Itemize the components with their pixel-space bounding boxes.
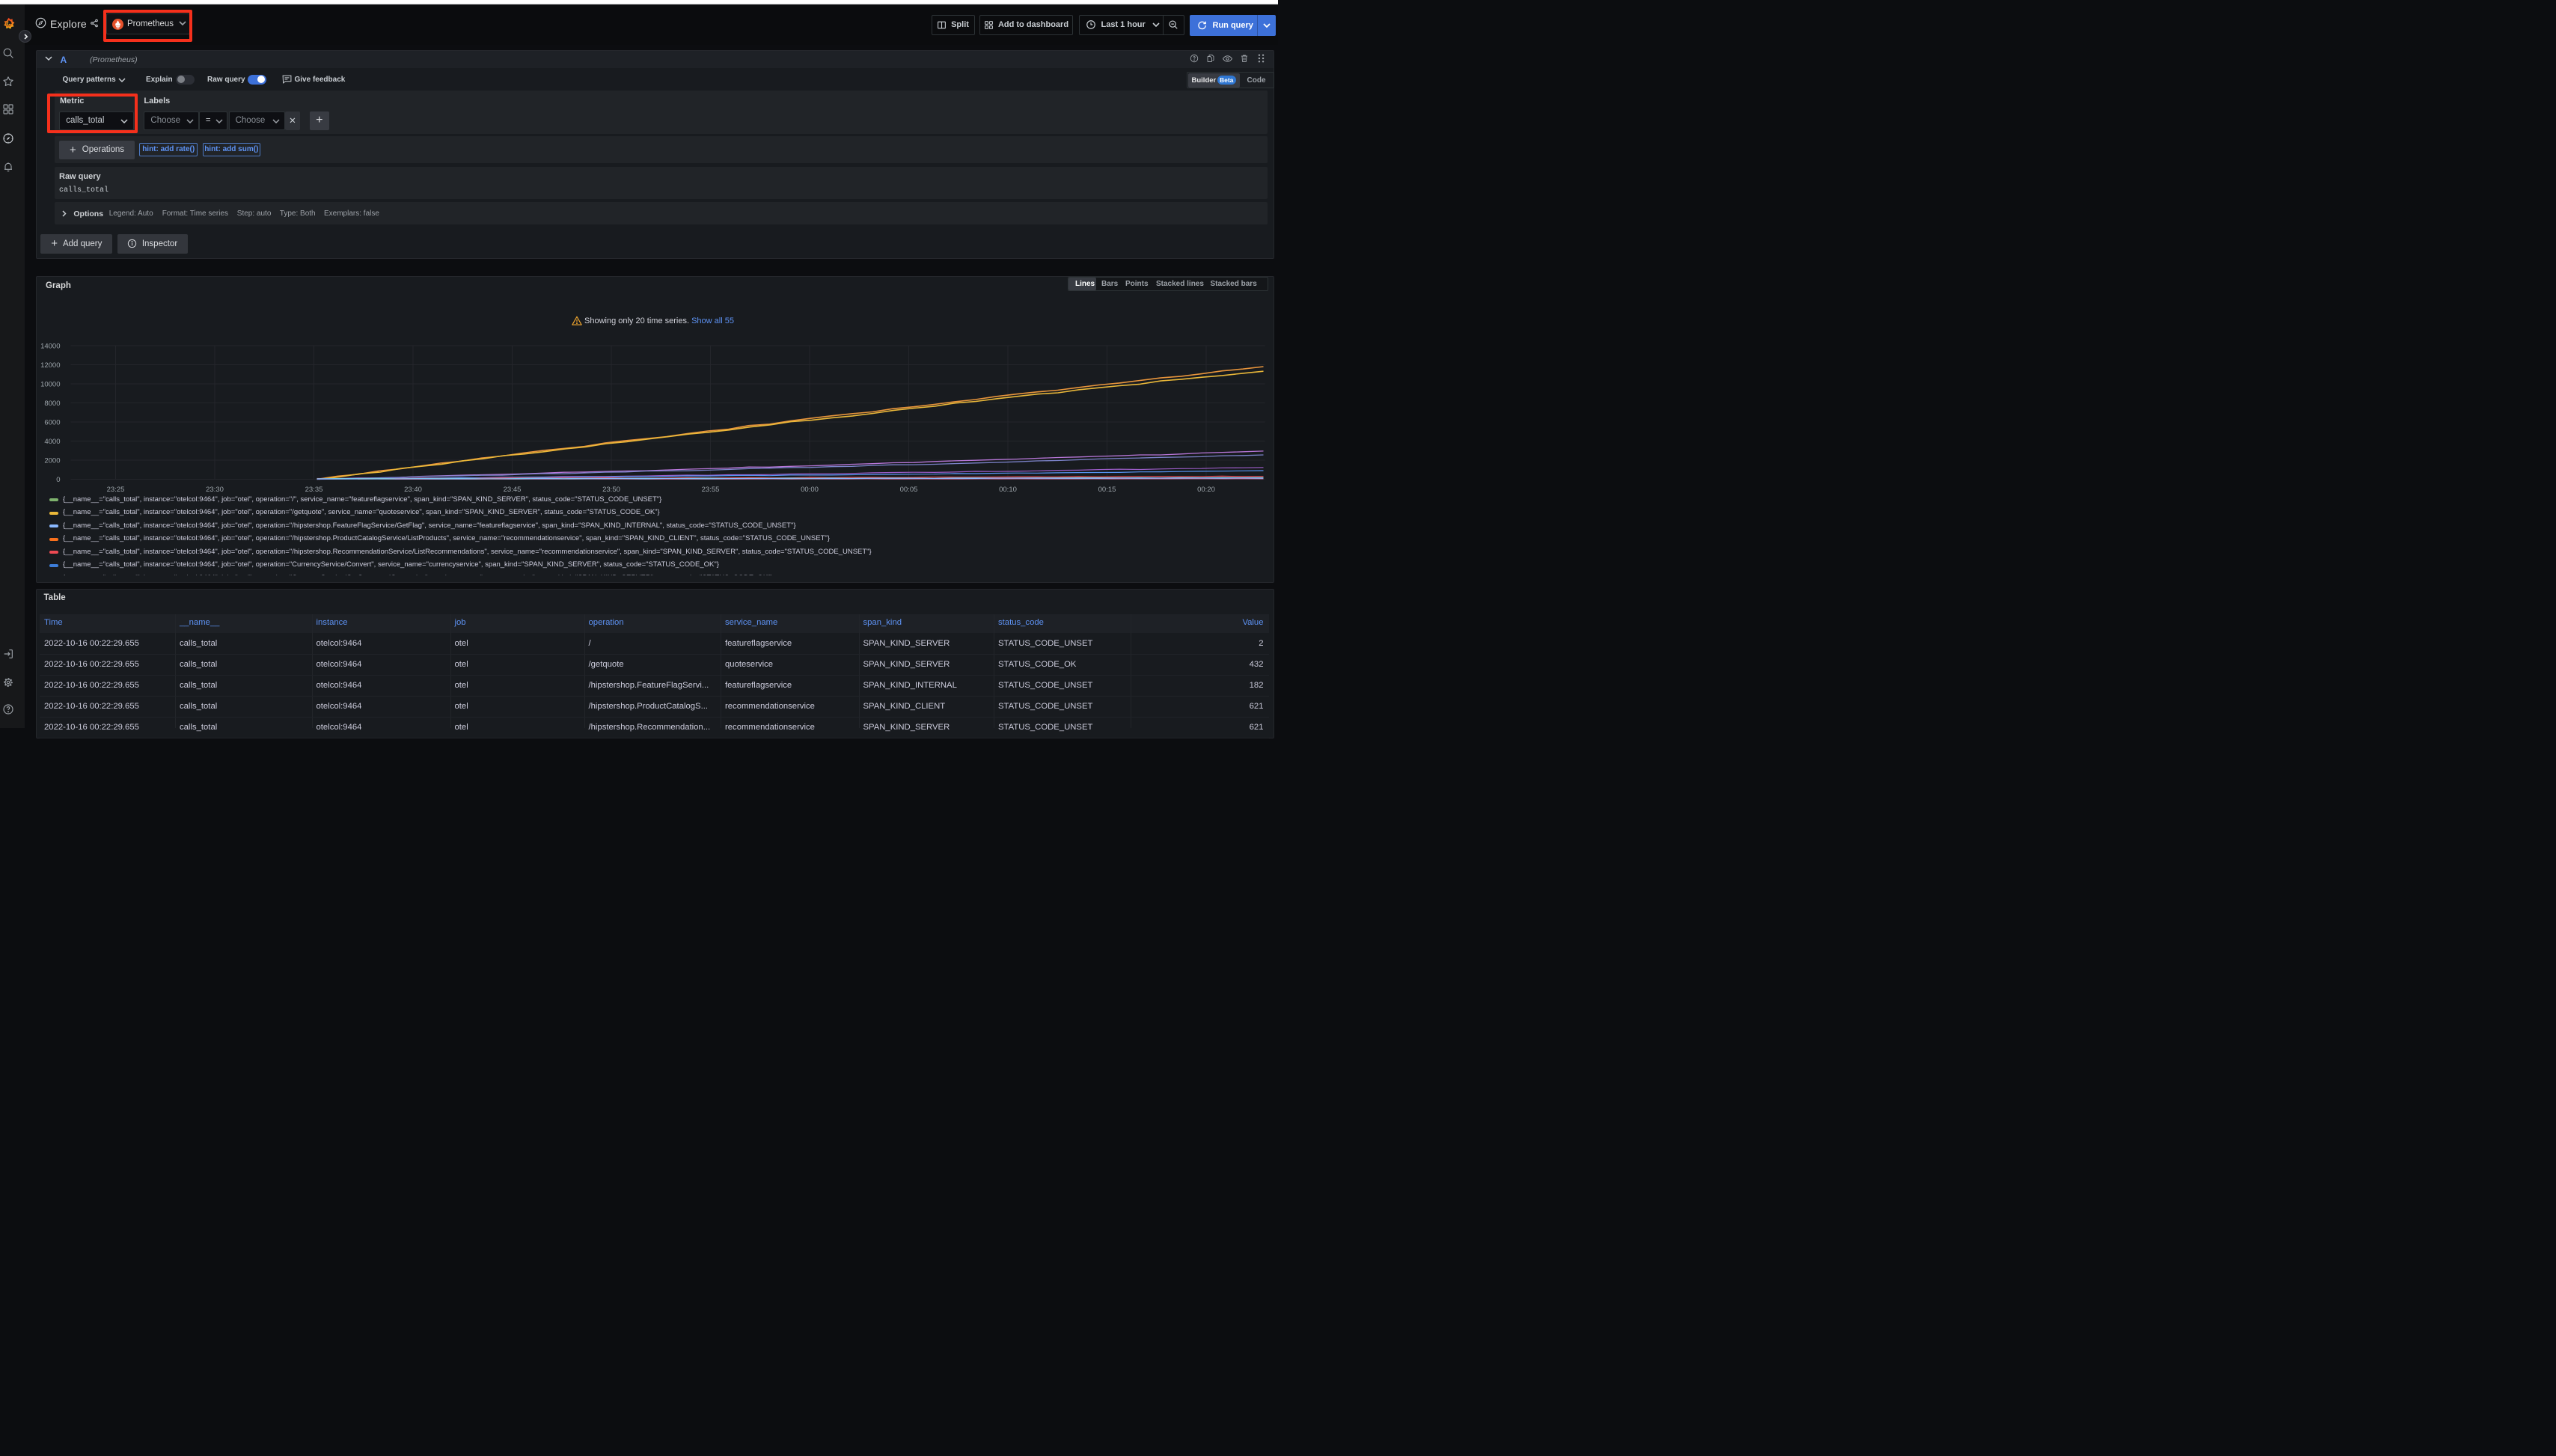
- svg-text:00:20: 00:20: [1197, 486, 1215, 494]
- svg-text:12000: 12000: [40, 361, 60, 370]
- svg-text:4000: 4000: [44, 438, 60, 446]
- svg-text:14000: 14000: [40, 342, 60, 350]
- svg-text:6000: 6000: [44, 418, 60, 426]
- svg-text:23:25: 23:25: [106, 486, 124, 494]
- svg-text:00:10: 00:10: [999, 486, 1017, 494]
- svg-text:0: 0: [56, 476, 60, 484]
- svg-text:00:05: 00:05: [899, 486, 917, 494]
- svg-text:23:50: 23:50: [602, 486, 620, 494]
- svg-text:10000: 10000: [40, 380, 60, 388]
- svg-text:2000: 2000: [44, 456, 60, 465]
- svg-text:23:45: 23:45: [503, 486, 521, 494]
- svg-text:23:35: 23:35: [305, 486, 322, 494]
- svg-text:00:00: 00:00: [801, 486, 819, 494]
- svg-text:23:30: 23:30: [206, 486, 224, 494]
- svg-text:23:55: 23:55: [701, 486, 719, 494]
- svg-text:23:40: 23:40: [404, 486, 422, 494]
- svg-text:8000: 8000: [44, 400, 60, 408]
- svg-text:00:15: 00:15: [1098, 486, 1116, 494]
